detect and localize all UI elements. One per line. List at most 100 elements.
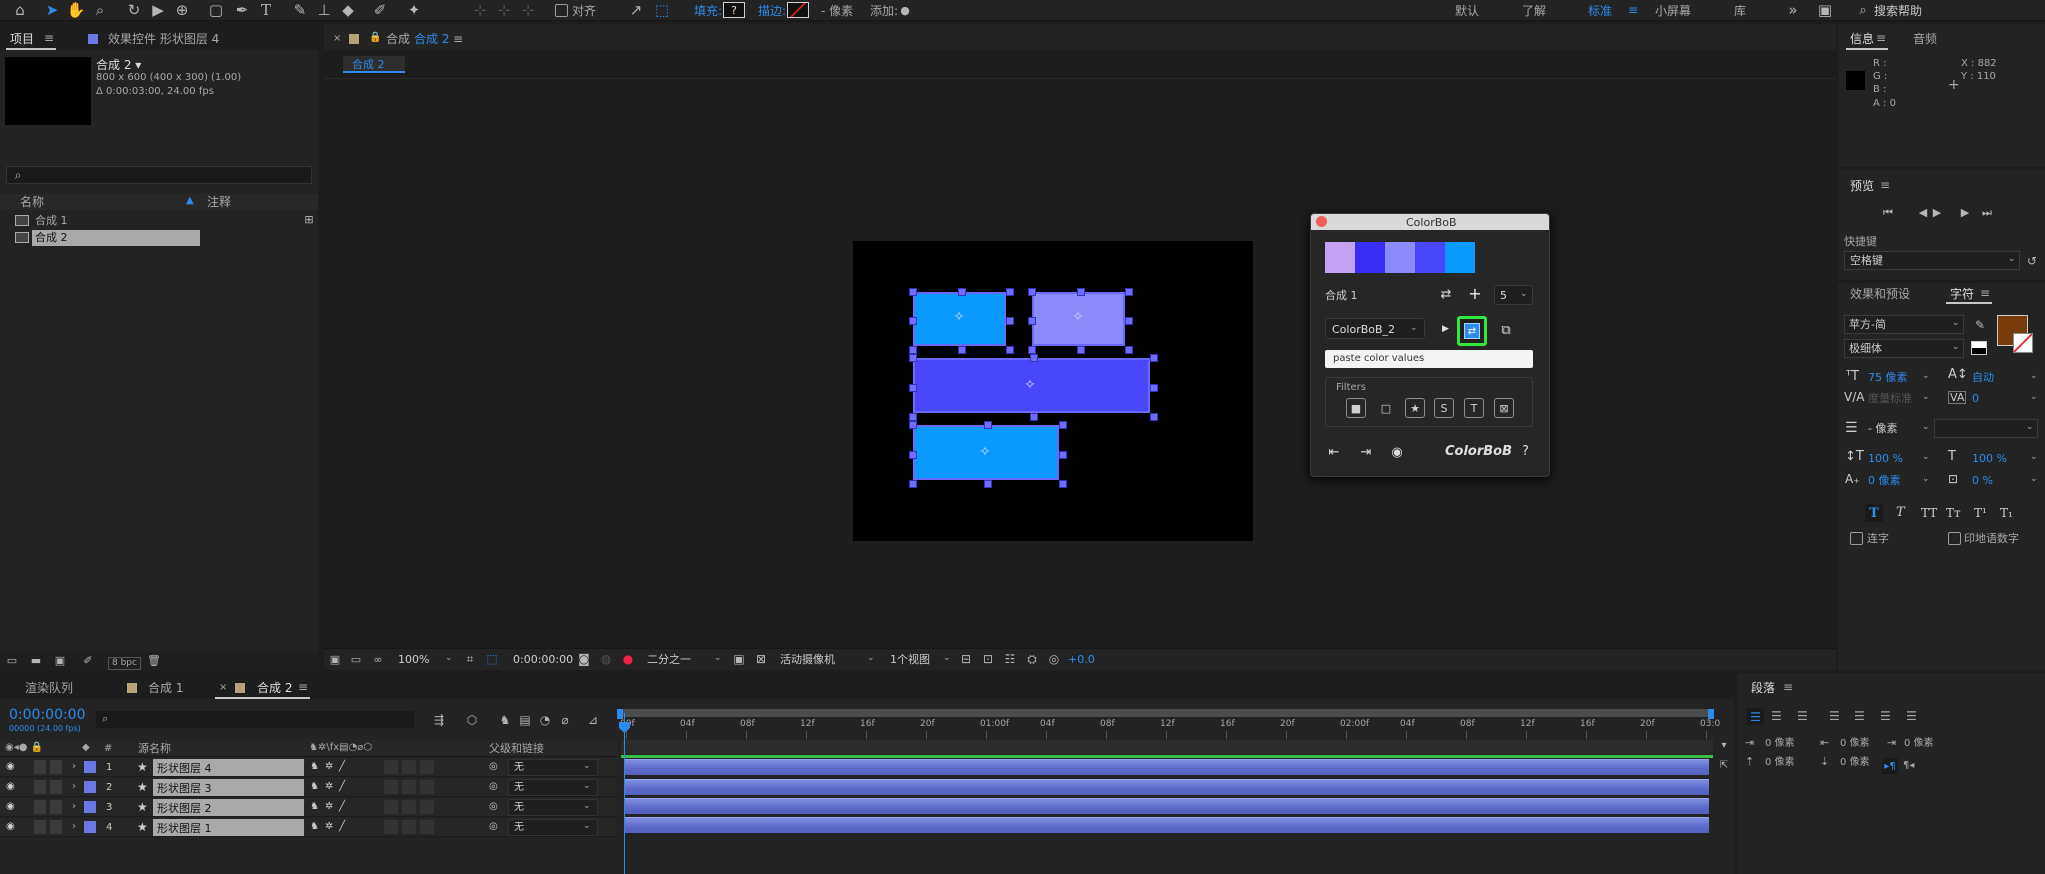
reset-icon[interactable]: ↺	[2024, 253, 2040, 269]
work-area-bar[interactable]	[621, 709, 1714, 717]
anchor-point-icon[interactable]: ✧	[977, 444, 993, 460]
comp-mini-flowchart-icon[interactable]: ⇶	[430, 711, 448, 729]
tracking-value[interactable]: 0	[1972, 393, 1979, 404]
project-menu-icon[interactable]: ≡	[44, 32, 54, 44]
switch-box[interactable]	[420, 780, 434, 794]
switch-box[interactable]	[420, 800, 434, 814]
toggle-transparency-icon[interactable]: ⊠	[753, 651, 769, 667]
horizontal-scale-value[interactable]: 100 %	[1972, 453, 2007, 464]
flowchart-icon[interactable]: ⛭	[1024, 651, 1040, 667]
help-button[interactable]: ?	[1522, 445, 1529, 458]
layer-clip[interactable]	[624, 759, 1709, 775]
resolution-select[interactable]: 二分之一	[647, 654, 691, 665]
character-menu-icon[interactable]: ≡	[1980, 287, 1990, 299]
camera-select[interactable]: 活动摄像机	[780, 654, 835, 665]
info-menu-icon[interactable]: ≡	[1876, 32, 1886, 44]
shy-switch-icon[interactable]: ♞	[310, 762, 319, 772]
transform-handle[interactable]	[1059, 421, 1067, 429]
workspace-4[interactable]: 库	[1734, 5, 1746, 17]
lock-box[interactable]	[50, 820, 62, 834]
tab-comp2[interactable]: 合成 2	[257, 682, 292, 694]
switch-box[interactable]	[384, 780, 398, 794]
transform-handle[interactable]	[1125, 288, 1133, 296]
import-icon[interactable]: ⇤	[1325, 443, 1343, 461]
transform-handle[interactable]	[1028, 346, 1036, 354]
play-icon[interactable]: ▶	[1929, 204, 1945, 220]
label-color-chip[interactable]	[84, 821, 96, 833]
color-swatch[interactable]	[1415, 242, 1445, 273]
transform-handle[interactable]	[1076, 288, 1085, 296]
transform-handle[interactable]	[1150, 413, 1158, 421]
close-tab-icon[interactable]: ×	[219, 683, 227, 693]
anchor-point-icon[interactable]: ✧	[1070, 309, 1086, 325]
small-caps-button[interactable]: Tт	[1946, 507, 1961, 519]
play-small-icon[interactable]: ▶	[1442, 325, 1449, 334]
stroke-color-swatch[interactable]	[2013, 333, 2033, 353]
visibility-eye-icon[interactable]: ◉	[6, 782, 15, 792]
transform-handle[interactable]	[1028, 317, 1036, 325]
work-area-end-handle[interactable]	[1708, 709, 1714, 719]
add-dropdown-icon[interactable]: ●	[898, 1, 912, 20]
tab-audio[interactable]: 音频	[1913, 33, 1937, 45]
justify-center-button[interactable]: ☰	[1854, 710, 1865, 722]
lock-icon[interactable]: 🔒	[369, 33, 381, 43]
indent-right-value[interactable]: 0 像素	[1840, 739, 1870, 749]
fill-swatch[interactable]: ?	[723, 2, 745, 18]
switch-box[interactable]	[420, 820, 434, 834]
rtl-direction-button[interactable]: ¶◂	[1903, 761, 1914, 771]
switch-box[interactable]	[402, 820, 416, 834]
delete-icon[interactable]: 🗑	[146, 653, 162, 668]
vertical-scale-value[interactable]: 100 %	[1868, 453, 1903, 464]
workspace-0[interactable]: 默认	[1455, 5, 1479, 17]
kerning-value[interactable]: 度量标准	[1868, 393, 1912, 404]
timeline-search-input[interactable]	[96, 711, 414, 728]
anchor-point-icon[interactable]: ✧	[951, 309, 967, 325]
baseline-shift-value[interactable]: 0 像素	[1868, 475, 1901, 486]
views-select[interactable]: 1个视图	[890, 654, 930, 665]
axis-mode-icon[interactable]: ⊹	[470, 1, 490, 20]
comp-name[interactable]: 合成 2 ▾	[96, 59, 141, 71]
transparency-grid-icon[interactable]: ▣	[731, 651, 747, 667]
align-center-button[interactable]: ☰	[1771, 710, 1782, 722]
transform-handle[interactable]	[1029, 413, 1038, 421]
justify-right-button[interactable]: ☰	[1880, 710, 1891, 722]
flowchart-icon[interactable]: ⊞	[302, 212, 316, 226]
draft-3d-icon[interactable]: ⬡	[463, 711, 481, 729]
anchor-point-icon[interactable]: ✧	[1022, 377, 1038, 393]
align-right-button[interactable]: ☰	[1797, 710, 1808, 722]
refresh-icon[interactable]: ⇄	[1438, 286, 1454, 302]
tab-effect-controls[interactable]: 效果控件 形状图层 4	[108, 33, 219, 45]
color-channels-icon[interactable]: ●	[620, 651, 636, 667]
switch-box[interactable]	[402, 800, 416, 814]
pick-whip-icon[interactable]: ◎	[489, 782, 498, 792]
lock-box[interactable]	[50, 760, 62, 774]
quality-switch-icon[interactable]: ╱	[339, 822, 345, 832]
transform-handle[interactable]	[909, 354, 917, 362]
stroke-swatch[interactable]	[787, 2, 809, 18]
shy-layers-icon[interactable]: ♞	[496, 711, 514, 729]
tab-comp1[interactable]: 合成 1	[148, 682, 183, 694]
quality-switch-icon[interactable]: ╱	[339, 802, 345, 812]
layer-clip[interactable]	[624, 779, 1709, 795]
last-frame-icon[interactable]: ⏭	[1979, 204, 1995, 220]
color-swatch[interactable]	[1325, 242, 1355, 273]
transform-handle[interactable]	[909, 317, 917, 325]
more-workspaces-icon[interactable]: »	[1785, 1, 1801, 20]
collapse-switch-icon[interactable]: ✲	[325, 762, 333, 772]
switch-box[interactable]	[402, 760, 416, 774]
workspace-3[interactable]: 小屏幕	[1655, 5, 1691, 17]
paragraph-menu-icon[interactable]: ≡	[1783, 681, 1793, 693]
indent-left-value[interactable]: 0 像素	[1765, 739, 1795, 749]
transform-handle[interactable]	[1059, 450, 1067, 459]
color-swatch[interactable]	[1385, 242, 1415, 273]
transform-handle[interactable]	[957, 288, 966, 296]
shy-switch-icon[interactable]: ♞	[310, 802, 319, 812]
hindi-digits-checkbox[interactable]	[1948, 532, 1961, 545]
filter-adjust-icon[interactable]: ⊠	[1494, 398, 1514, 418]
eraser-tool-icon[interactable]: ◆	[338, 1, 358, 20]
faux-italic-button[interactable]: T	[1896, 506, 1905, 519]
solo-box[interactable]	[34, 780, 46, 794]
new-comp-icon[interactable]: ▣	[52, 653, 68, 668]
pen-tool-icon[interactable]: ✒	[232, 1, 252, 20]
solo-box[interactable]	[34, 760, 46, 774]
